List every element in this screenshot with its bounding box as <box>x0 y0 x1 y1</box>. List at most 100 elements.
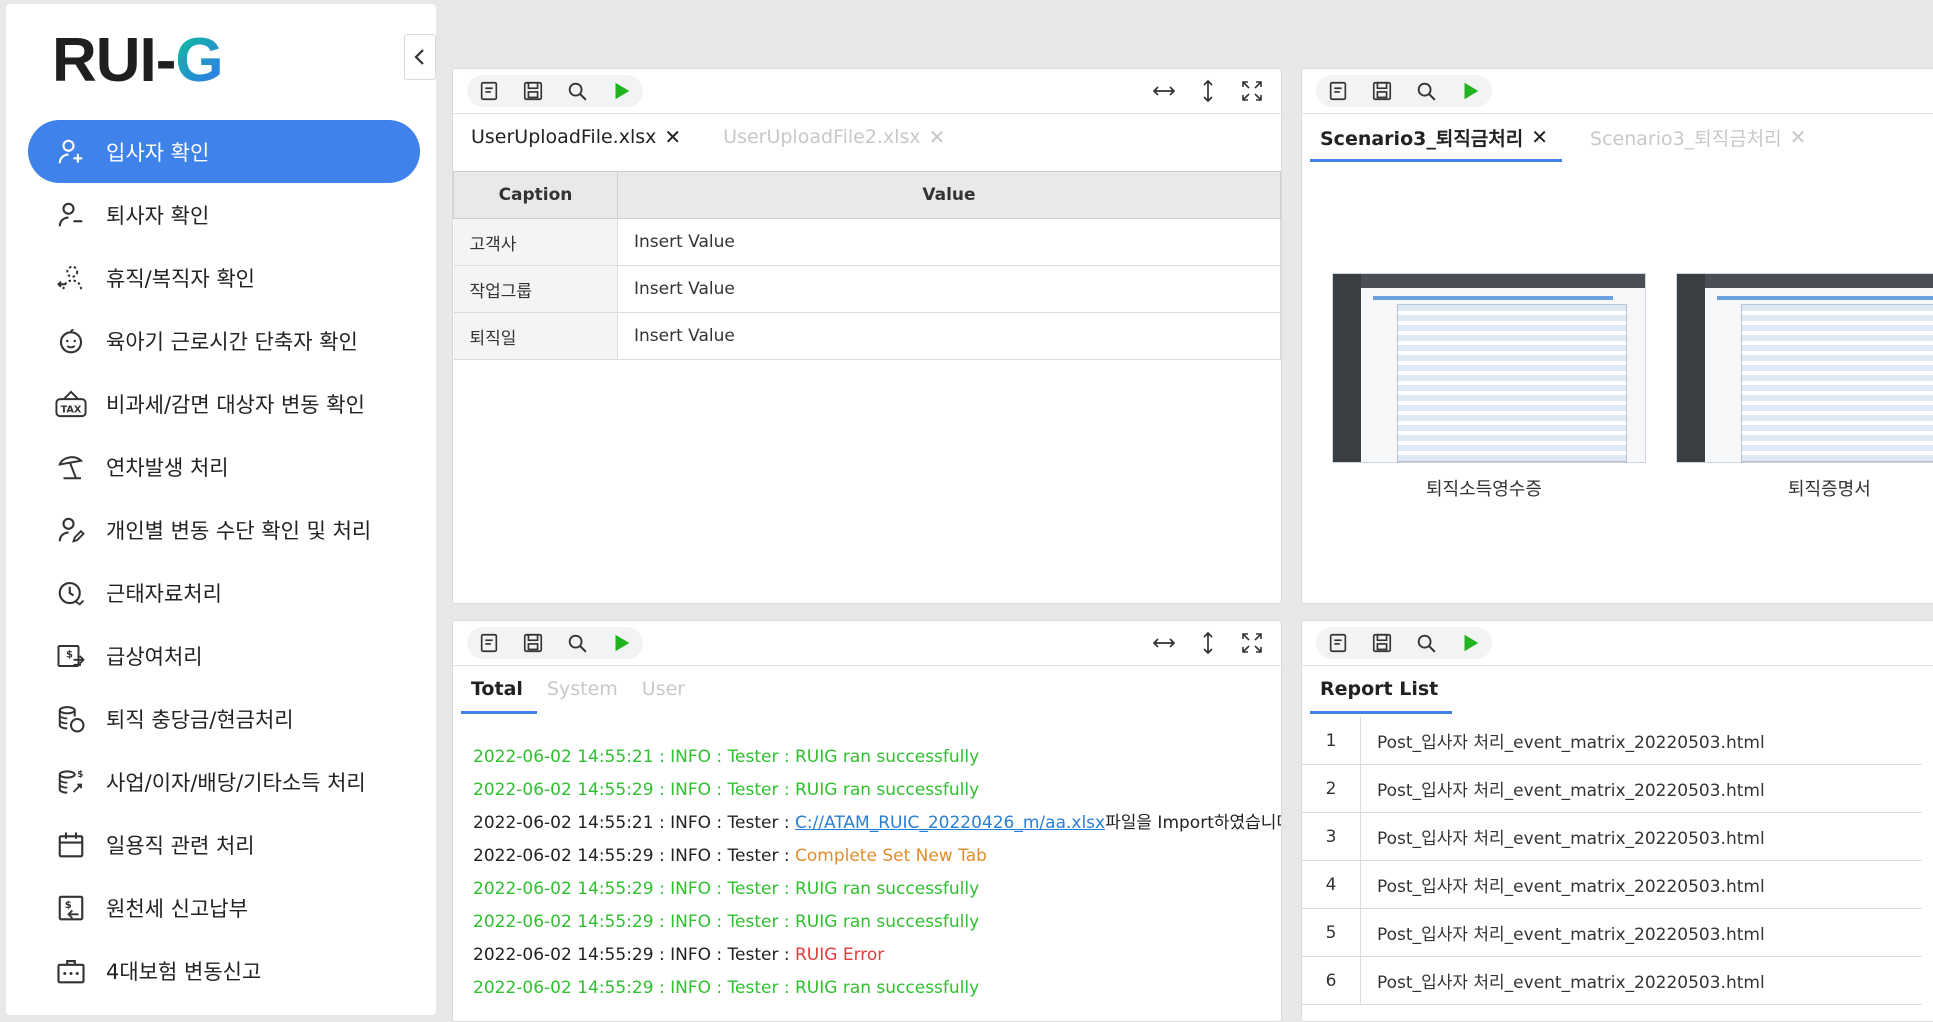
value-cell[interactable]: Insert Value <box>617 312 1281 360</box>
expand-vertical-icon[interactable] <box>1191 75 1225 107</box>
thumbnail-content <box>1741 304 1933 462</box>
user-return-icon <box>54 261 88 295</box>
tab-scenario3-retirement[interactable]: Scenario3_퇴직금처리 ✕ <box>1309 114 1563 162</box>
row-number: 6 <box>1302 956 1361 1005</box>
sidebar-menu: 입사자 확인 퇴사자 확인 휴직/복직자 확인 육아기 근로시간 단축자 확인 … <box>28 120 420 1002</box>
sidebar-item-daily-worker[interactable]: 일용직 관련 처리 <box>28 813 420 876</box>
row-number: 2 <box>1302 764 1361 813</box>
tab-total[interactable]: Total <box>461 666 537 714</box>
memo-icon[interactable] <box>1322 75 1354 107</box>
play-icon[interactable] <box>1454 627 1486 659</box>
log-file-link[interactable]: C://ATAM_RUIC_20220426_m/aa.xlsx <box>795 813 1105 833</box>
report-file[interactable]: Post_입사자 처리_event_matrix_20220503.html <box>1360 717 1922 765</box>
sidebar-item-label: 근태자료처리 <box>106 581 222 606</box>
sidebar-collapse-button[interactable] <box>404 34 436 80</box>
play-icon[interactable] <box>605 627 637 659</box>
close-icon[interactable]: ✕ <box>664 125 681 149</box>
report-file[interactable]: Post_입사자 처리_event_matrix_20220503.html <box>1360 860 1922 909</box>
view-controls <box>1147 75 1269 107</box>
close-icon[interactable]: ✕ <box>929 125 946 149</box>
value-cell[interactable]: Insert Value <box>617 265 1281 313</box>
sidebar-item-new-hire-check[interactable]: 입사자 확인 <box>28 120 420 183</box>
expand-horizontal-icon[interactable] <box>1147 75 1181 107</box>
memo-icon[interactable] <box>473 75 505 107</box>
table-row[interactable]: 6 Post_입사자 처리_event_matrix_20220503.html <box>1302 956 1922 1005</box>
panel-toolbar <box>1302 621 1933 666</box>
log-message: RUIG ran successfully <box>794 780 980 800</box>
tool-group <box>1316 75 1492 107</box>
report-panel: Report List 1 Post_입사자 처리_event_matrix_20… <box>1301 620 1933 1022</box>
thumbnail-bar <box>1717 296 1933 300</box>
log-list: 2022-06-02 14:55:21 : INFO : Tester : RU… <box>473 741 1281 1005</box>
sidebar-item-attendance[interactable]: 근태자료처리 <box>28 561 420 624</box>
memo-icon[interactable] <box>473 627 505 659</box>
tab-user-upload-file[interactable]: UserUploadFile.xlsx ✕ <box>471 114 681 160</box>
expand-horizontal-icon[interactable] <box>1147 627 1181 659</box>
table-row[interactable]: 3 Post_입사자 처리_event_matrix_20220503.html <box>1302 812 1922 861</box>
expand-vertical-icon[interactable] <box>1191 627 1225 659</box>
table-row[interactable]: 5 Post_입사자 처리_event_matrix_20220503.html <box>1302 908 1922 957</box>
save-icon[interactable] <box>1366 75 1398 107</box>
tab-system[interactable]: System <box>547 666 618 712</box>
value-cell[interactable]: Insert Value <box>617 218 1281 266</box>
table-row[interactable]: 1 Post_입사자 처리_event_matrix_20220503.html <box>1302 717 1922 765</box>
table-row[interactable]: 2 Post_입사자 처리_event_matrix_20220503.html <box>1302 764 1922 813</box>
sidebar-item-other-income[interactable]: $ 사업/이자/배당/기타소득 처리 <box>28 750 420 813</box>
log-entry: 2022-06-02 14:55:29 : INFO : Tester : RU… <box>473 906 1281 939</box>
tab-label: UserUploadFile.xlsx <box>471 126 657 148</box>
user-remove-icon <box>54 198 88 232</box>
log-prefix: 2022-06-02 14:55:21 : INFO : Tester : <box>473 813 795 833</box>
save-icon[interactable] <box>1366 627 1398 659</box>
close-icon[interactable]: ✕ <box>1790 125 1807 149</box>
column-header: Caption <box>453 171 618 219</box>
table-row: 작업그룹 Insert Value <box>453 265 1281 313</box>
sidebar-item-leave-return-check[interactable]: 휴직/복직자 확인 <box>28 246 420 309</box>
sidebar-item-insurance[interactable]: 4대보험 변동신고 <box>28 939 420 1002</box>
tab-report-list[interactable]: Report List <box>1309 666 1453 714</box>
search-icon[interactable] <box>561 627 593 659</box>
close-icon[interactable]: ✕ <box>1531 125 1548 149</box>
panel-toolbar <box>453 69 1281 114</box>
log-entry: 2022-06-02 14:55:21 : INFO : Tester : RU… <box>473 741 1281 774</box>
sidebar-item-withholding-tax[interactable]: $ 원천세 신고납부 <box>28 876 420 939</box>
sidebar-item-label: 휴직/복직자 확인 <box>106 266 255 291</box>
thumbnail-sidebar <box>1677 274 1705 462</box>
sidebar-item-label: 급상여처리 <box>106 644 203 669</box>
report-file[interactable]: Post_입사자 처리_event_matrix_20220503.html <box>1360 812 1922 861</box>
search-icon[interactable] <box>1410 75 1442 107</box>
table-row[interactable]: 4 Post_입사자 처리_event_matrix_20220503.html <box>1302 860 1922 909</box>
memo-icon[interactable] <box>1322 627 1354 659</box>
panel-toolbar <box>453 621 1281 666</box>
save-icon[interactable] <box>517 627 549 659</box>
fullscreen-icon[interactable] <box>1235 627 1269 659</box>
tab-user[interactable]: User <box>642 666 685 712</box>
sidebar-item-resigned-check[interactable]: 퇴사자 확인 <box>28 183 420 246</box>
report-file[interactable]: Post_입사자 처리_event_matrix_20220503.html <box>1360 908 1922 957</box>
thumbnail-retirement-income-receipt[interactable] <box>1332 273 1646 463</box>
thumbnail-caption: 퇴직소득영수증 <box>1426 479 1542 500</box>
fullscreen-icon[interactable] <box>1235 75 1269 107</box>
play-icon[interactable] <box>1454 75 1486 107</box>
search-icon[interactable] <box>561 75 593 107</box>
sidebar-item-annual-leave[interactable]: 연차발생 처리 <box>28 435 420 498</box>
thumbnail-retirement-certificate[interactable] <box>1676 273 1933 463</box>
log-prefix: 2022-06-02 14:55:29 : INFO : Tester : <box>473 780 795 800</box>
thumbnail-content <box>1397 304 1627 462</box>
play-icon[interactable] <box>605 75 637 107</box>
sidebar-item-label: 퇴직 충당금/현금처리 <box>106 707 294 732</box>
sidebar-item-payroll[interactable]: $ 급상여처리 <box>28 624 420 687</box>
sidebar-item-childcare-hours[interactable]: 육아기 근로시간 단축자 확인 <box>28 309 420 372</box>
sidebar-item-label: 연차발생 처리 <box>106 455 229 480</box>
tab-scenario3-retirement-2[interactable]: Scenario3_퇴직금처리 ✕ <box>1590 114 1806 160</box>
save-icon[interactable] <box>517 75 549 107</box>
report-file[interactable]: Post_입사자 처리_event_matrix_20220503.html <box>1360 764 1922 813</box>
column-header: Value <box>617 171 1281 219</box>
tab-user-upload-file-2[interactable]: UserUploadFile2.xlsx ✕ <box>723 114 945 160</box>
sidebar-item-personal-change[interactable]: 개인별 변동 수단 확인 및 처리 <box>28 498 420 561</box>
sidebar-item-tax-exempt[interactable]: TAX 비과세/감면 대상자 변동 확인 <box>28 372 420 435</box>
tool-group <box>467 75 643 107</box>
search-icon[interactable] <box>1410 627 1442 659</box>
sidebar-item-retirement-reserve[interactable]: 퇴직 충당금/현금처리 <box>28 687 420 750</box>
log-prefix: 2022-06-02 14:55:21 : INFO : Tester : <box>473 747 795 767</box>
report-file[interactable]: Post_입사자 처리_event_matrix_20220503.html <box>1360 956 1922 1005</box>
